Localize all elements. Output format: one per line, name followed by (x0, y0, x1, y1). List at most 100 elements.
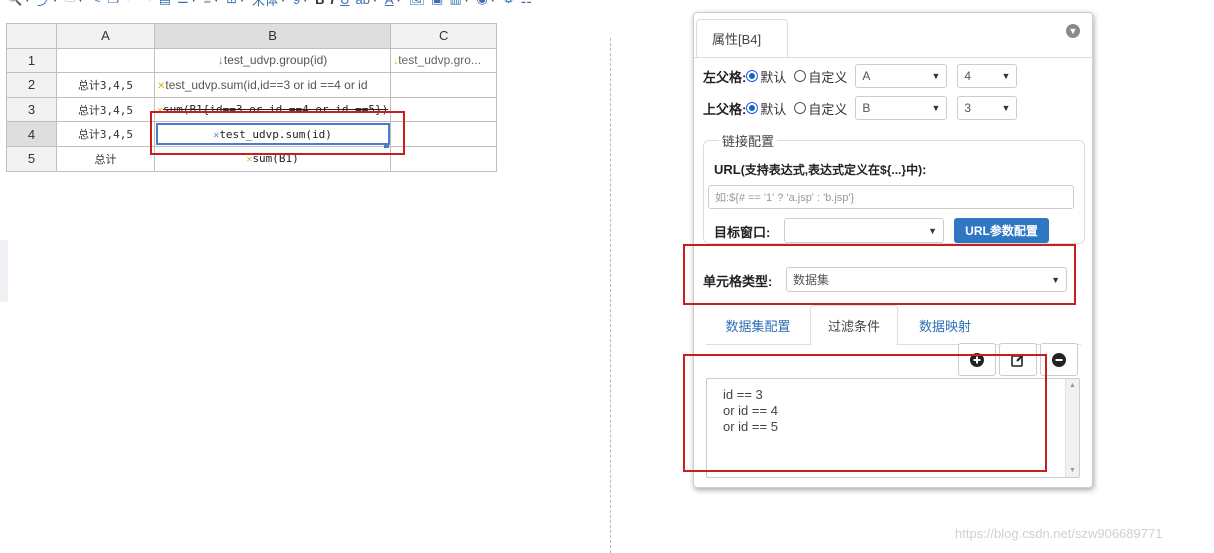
bold-button[interactable]: B (315, 0, 324, 7)
cell-b2[interactable]: ✕test_udvp.sum(id,id==3 or id ==4 or id (153, 72, 392, 98)
filter-line: id == 3 (723, 387, 763, 402)
preview-icon[interactable]: 🔍▼ (6, 0, 31, 7)
row-header[interactable]: 1 (6, 47, 57, 74)
italic-button[interactable]: I (331, 0, 335, 7)
cell-a4[interactable]: 总计3,4,5 (56, 121, 155, 147)
image-icon[interactable]: 🖼 (409, 0, 426, 7)
plus-circle-icon (970, 352, 984, 367)
chevron-down-icon: ▼ (931, 103, 941, 113)
font-size-label: 9 (293, 0, 300, 7)
filter-conditions-textarea[interactable]: id == 3 or id == 4 or id == 5 ▲ ▼ (706, 378, 1080, 478)
top-parent-row-select[interactable]: 3 ▼ (957, 96, 1018, 120)
chevron-down-icon: ▼ (931, 71, 941, 81)
cell-a3[interactable]: 总计3,4,5 (56, 96, 155, 123)
underline-button[interactable]: U (340, 0, 349, 7)
undo-icon[interactable]: ↶ (125, 0, 136, 7)
cell-b1[interactable]: ↓test_udvp.group(id) (153, 47, 392, 74)
add-filter-button[interactable] (958, 343, 996, 376)
save-icon[interactable]: 🗎▼ (65, 0, 84, 10)
top-parent-default-radio[interactable]: 默认 (746, 99, 786, 118)
scrollbar[interactable]: ▲ ▼ (1065, 379, 1079, 477)
border-icon[interactable]: ⊞▼ (226, 0, 246, 7)
scroll-down-icon[interactable]: ▼ (1069, 467, 1076, 474)
text-color-button[interactable]: A▼ (385, 0, 403, 7)
top-parent-column-select[interactable]: B ▼ (855, 96, 948, 120)
select-value: A (862, 69, 871, 83)
cell-type-select[interactable]: 数据集 ▼ (786, 267, 1067, 292)
row-header[interactable]: 2 (6, 72, 57, 98)
scroll-up-icon[interactable]: ▲ (1069, 382, 1076, 389)
cell-a1[interactable] (56, 47, 155, 74)
selection-fill-handle[interactable] (384, 143, 389, 148)
cell-c2[interactable] (390, 72, 498, 98)
cell-a5[interactable]: 总计 (56, 145, 155, 172)
cell-c5[interactable] (390, 145, 498, 172)
filter-line: or id == 5 (723, 419, 778, 434)
corner-cell[interactable] (6, 23, 57, 49)
brush-icon[interactable]: ✎ (90, 0, 101, 7)
tab-dataset-config[interactable]: 数据集配置 (706, 305, 810, 345)
divider (694, 57, 1092, 58)
select-value: 4 (964, 69, 972, 83)
font-name-select[interactable]: 宋体▼ (252, 0, 287, 9)
cell-a2[interactable]: 总计3,4,5 (56, 72, 155, 98)
left-parent-default-radio[interactable]: 默认 (746, 67, 786, 86)
chart-icon[interactable]: ▣ (431, 0, 443, 7)
column-header-c[interactable]: C (390, 23, 498, 49)
select-value: B (862, 101, 871, 115)
copy-icon[interactable]: ❐ (107, 0, 119, 7)
url-params-button[interactable]: URL参数配置 (954, 218, 1049, 243)
filter-line: or id == 4 (723, 403, 778, 418)
tab-filter-conditions[interactable]: 过滤条件 (810, 305, 898, 346)
remove-filter-button[interactable] (1040, 343, 1078, 376)
select-value: 数据集 (793, 273, 830, 287)
spreadsheet-grid: A B C 1 ↓test_udvp.group(id) ↓test_udvp.… (6, 23, 498, 172)
left-parent-custom-radio[interactable]: 自定义 (794, 67, 847, 86)
target-window-label: 目标窗口: (714, 225, 771, 240)
tab-data-mapping[interactable]: 数据映射 (898, 305, 992, 345)
print-icon[interactable]: ▤ (159, 0, 171, 7)
url-input[interactable]: 如:${# == '1' ? 'a.jsp' : 'b.jsp'} (708, 185, 1074, 209)
cell-text: test_udvp.group(id) (223, 53, 328, 68)
column-header-a[interactable]: A (56, 23, 155, 49)
top-parent-custom-radio[interactable]: 自定义 (794, 99, 847, 118)
radio-label: 默认 (760, 101, 787, 117)
align-icon[interactable]: ☰▼ (177, 0, 198, 7)
cell-c3[interactable] (390, 96, 498, 123)
radio-label: 自定义 (808, 69, 848, 85)
barcode-icon[interactable]: ▥▼ (449, 0, 470, 7)
edit-filter-button[interactable] (999, 343, 1037, 376)
cell-text: test_udvp.sum(id) (219, 127, 332, 141)
collapse-icon[interactable]: ▼ (1066, 24, 1080, 38)
left-parent-column-select[interactable]: A ▼ (855, 64, 948, 88)
strikethrough-icon[interactable]: ab▼ (356, 0, 379, 7)
font-size-select[interactable]: 9▼ (293, 0, 309, 7)
gear-icon[interactable]: ⚙ (503, 0, 515, 7)
cell-text: sum(B1) (252, 152, 299, 166)
panel-tab-properties[interactable]: 属性[B4] (696, 19, 788, 57)
splitter-line[interactable] (610, 38, 611, 553)
row-header[interactable]: 4 (6, 121, 57, 147)
cell-c1[interactable]: ↓test_udvp.gro... (390, 47, 498, 74)
globe-icon[interactable]: ◉▼ (477, 0, 497, 7)
text-color-label: A (385, 0, 394, 7)
valign-icon[interactable]: ≡▼ (204, 0, 221, 7)
left-parent-row-select[interactable]: 4 ▼ (957, 64, 1018, 88)
list-icon[interactable]: ☷ (520, 0, 532, 7)
target-window-select[interactable]: ▼ (784, 218, 944, 243)
url-label-hint: (支持表达式,表达式定义在${...}中) (740, 163, 923, 177)
row-header[interactable]: 3 (6, 96, 57, 123)
redo-icon[interactable]: ↷ (142, 0, 153, 7)
column-header-b[interactable]: B (153, 23, 392, 49)
side-collapse-tab[interactable] (0, 240, 8, 302)
cell-b4-selected[interactable]: ✕test_udvp.sum(id) (153, 121, 392, 147)
cell-b5[interactable]: ✕sum(B1) (153, 145, 392, 172)
cell-b3[interactable]: ✕sum(B1{id==3 or id ==4 or id ==5}) (153, 96, 392, 123)
share-icon[interactable]: ⤴▼ (37, 0, 59, 9)
font-name-label: 宋体 (252, 0, 279, 8)
table-row: 1 ↓test_udvp.group(id) ↓test_udvp.gro... (6, 47, 498, 74)
cell-c4[interactable] (390, 121, 498, 147)
row-header[interactable]: 5 (6, 145, 57, 172)
radio-unchecked-icon (794, 102, 807, 114)
left-parent-label: 左父格: (703, 69, 747, 85)
